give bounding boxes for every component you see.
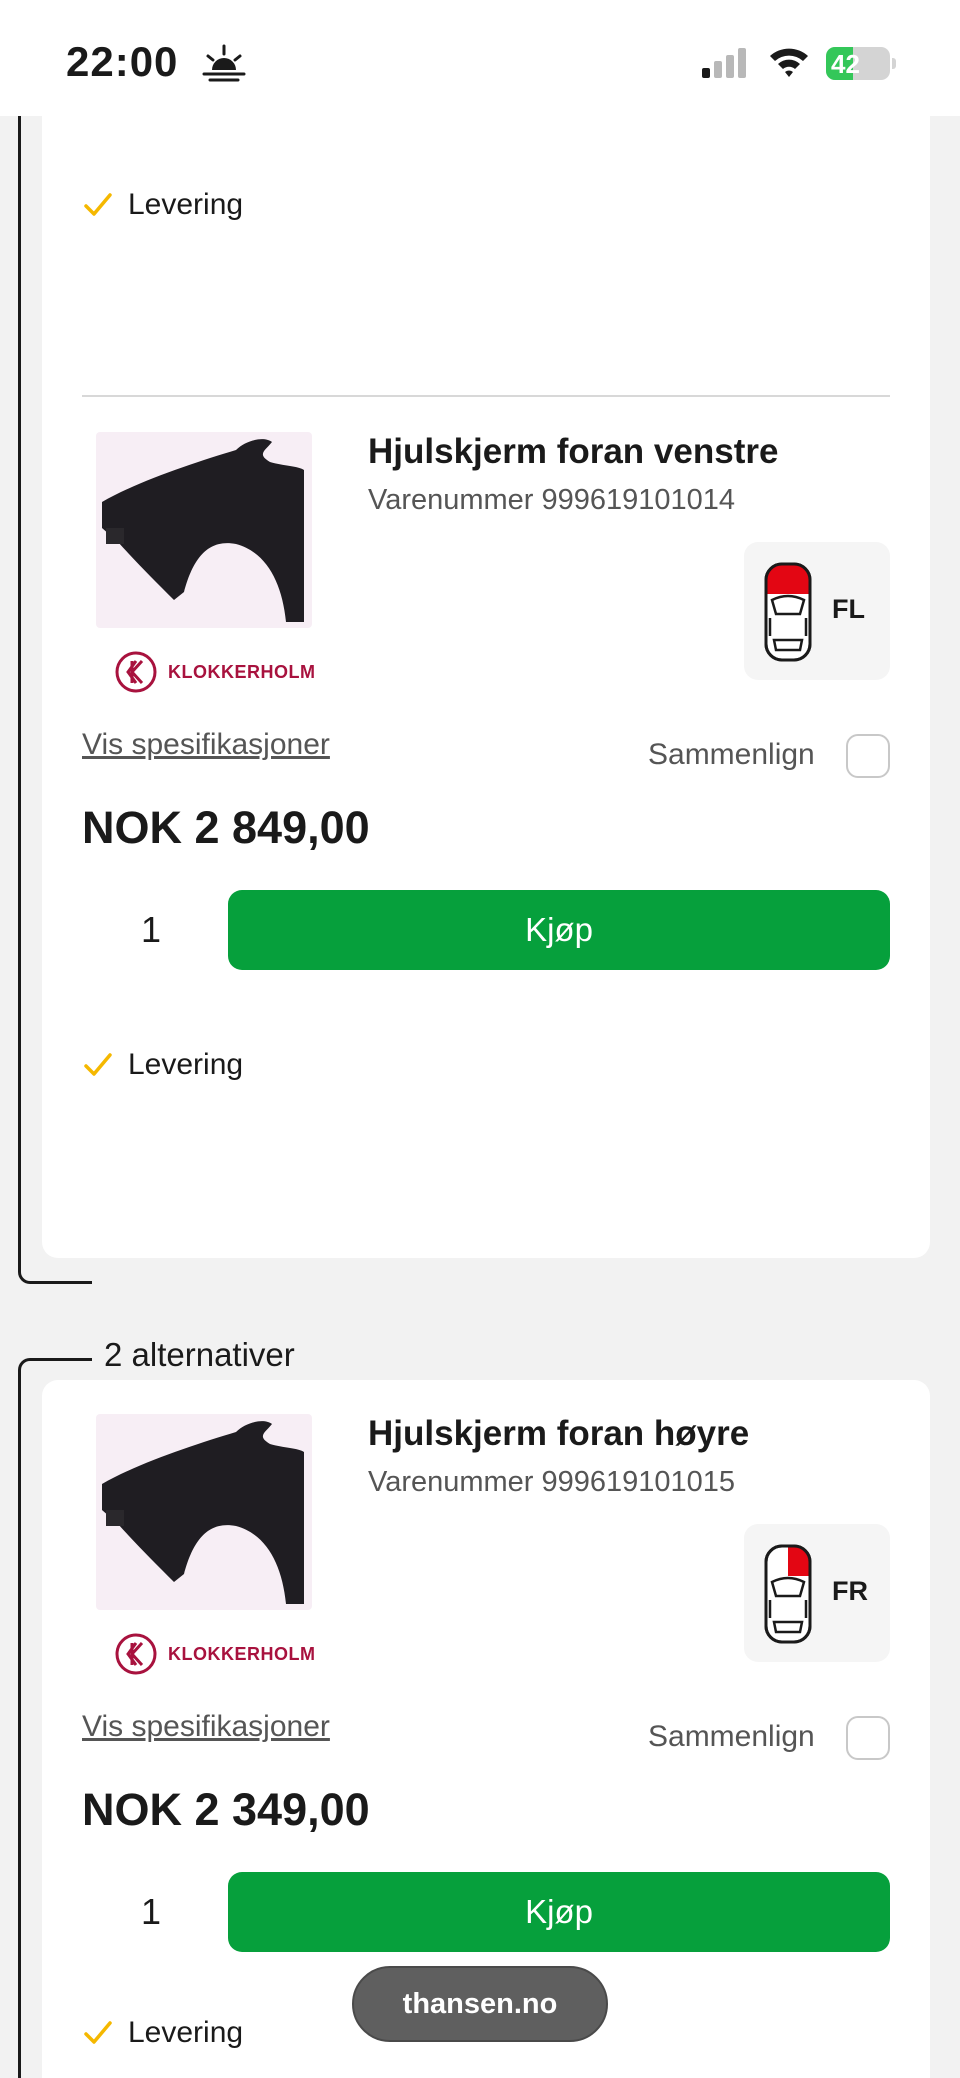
divider — [82, 395, 890, 397]
battery-percentage: 42 — [831, 49, 860, 79]
show-specifications-link[interactable]: Vis spesifikasjoner — [82, 1710, 330, 1744]
product-sku: Varenummer 999619101014 — [368, 484, 736, 516]
buy-button[interactable]: Kjøp — [228, 1872, 890, 1952]
compare-label: Sammenlign — [648, 738, 815, 771]
compare-checkbox[interactable] — [846, 734, 890, 778]
delivery-status: Levering — [82, 188, 243, 222]
product-image[interactable] — [96, 1414, 312, 1610]
check-icon — [84, 193, 112, 216]
delivery-status: Levering — [82, 2016, 243, 2050]
buy-button[interactable]: Kjøp — [228, 890, 890, 970]
cellular-signal-icon — [702, 48, 746, 78]
product-title[interactable]: Hjulskjerm foran høyre — [368, 1414, 749, 1454]
product-item: KLOKKERHOLM Hjulskjerm foran venstre Var… — [42, 432, 930, 992]
klokkerholm-logo-icon — [115, 651, 157, 693]
product-price: NOK 2 349,00 — [82, 1784, 370, 1835]
product-card: Levering KLOKKERHOLM Hjulskjerm foran ve… — [42, 90, 930, 1258]
brand-name: KLOKKERHOLM — [168, 661, 316, 682]
product-sku: Varenummer 999619101015 — [368, 1466, 736, 1498]
compare-checkbox[interactable] — [846, 1716, 890, 1760]
position-code: FL — [832, 594, 865, 624]
brand-logo: KLOKKERHOLM — [114, 650, 316, 694]
delivery-status: Levering — [82, 1048, 243, 1082]
show-specifications-link[interactable]: Vis spesifikasjoner — [82, 728, 330, 762]
brand-name: KLOKKERHOLM — [168, 1643, 316, 1664]
check-icon — [84, 2021, 112, 2044]
battery-indicator: 42 — [826, 47, 896, 80]
fender-image-icon — [102, 1421, 304, 1604]
position-indicator: FR — [744, 1524, 890, 1662]
compare-label: Sammenlign — [648, 1720, 815, 1753]
quantity-input[interactable]: 1 — [82, 890, 220, 970]
wifi-icon — [770, 48, 808, 77]
car-front-left-icon — [764, 562, 812, 662]
product-item: KLOKKERHOLM Hjulskjerm foran høyre Varen… — [42, 1414, 930, 1974]
position-code: FR — [832, 1576, 868, 1606]
fender-image-icon — [102, 439, 304, 622]
battery-body: 42 — [826, 47, 890, 80]
status-bar: 22:00 42 — [0, 0, 960, 116]
battery-tip — [892, 58, 896, 69]
status-time: 22:00 — [66, 38, 179, 85]
product-price: NOK 2 849,00 — [82, 802, 370, 853]
delivery-label: Levering — [128, 2016, 244, 2049]
product-title[interactable]: Hjulskjerm foran venstre — [368, 432, 778, 472]
sunset-icon — [202, 44, 246, 82]
alternatives-count-label: 2 alternativer — [100, 1336, 299, 1374]
site-address-pill[interactable]: thansen.no — [352, 1966, 608, 2042]
car-front-right-icon — [764, 1544, 812, 1644]
check-icon — [84, 1053, 112, 1076]
delivery-label: Levering — [128, 188, 244, 221]
delivery-label: Levering — [128, 1048, 244, 1081]
brand-logo: KLOKKERHOLM — [114, 1632, 316, 1676]
quantity-input[interactable]: 1 — [82, 1872, 220, 1952]
product-image[interactable] — [96, 432, 312, 628]
position-indicator: FL — [744, 542, 890, 680]
klokkerholm-logo-icon — [115, 1633, 157, 1675]
